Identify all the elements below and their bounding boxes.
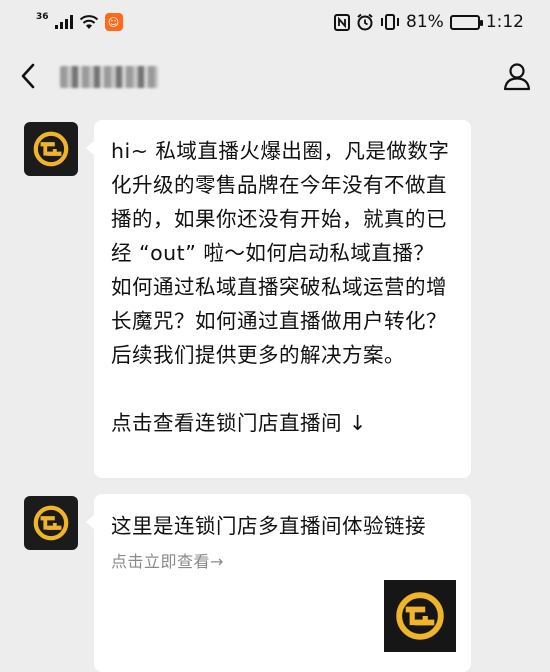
nfc-icon [334,13,351,31]
link-card-description: 点击立即查看→ [111,552,224,571]
clock-time: 1:12 [485,12,524,32]
vibrate-icon [381,14,400,30]
message-text: hi~ 私域直播火爆出圈，凡是做数字化升级的零售品牌在今年没有不做直播的，如果你… [111,139,450,367]
brand-logo-icon [396,592,444,640]
battery-percent: 81% [406,12,444,32]
sender-avatar[interactable] [24,122,78,176]
network-type-label: 36 [36,12,49,22]
sender-avatar[interactable] [24,496,78,550]
live-room-link[interactable]: 点击查看连锁门店直播间 ↓ [111,406,455,440]
status-bar: 36 ☺ 81% 1:12 [0,0,550,44]
battery-icon [449,14,483,30]
signal-icon [54,15,73,29]
status-bar-right: 81% 1:12 [334,12,524,32]
wifi-icon [79,15,98,29]
status-bar-left: 36 ☺ [36,12,123,31]
chat-title-blurred [60,66,158,88]
smiley-app-icon: ☺ [104,13,123,31]
back-button[interactable] [20,56,44,96]
chevron-left-icon [21,63,35,89]
link-card-title: 这里是连锁门店多直播间体验链接 [111,514,426,538]
alarm-clock-icon [357,13,373,31]
brand-logo-icon [33,505,69,541]
chat-header [0,44,550,108]
link-card-thumbnail [384,580,456,652]
link-card[interactable]: 这里是连锁门店多直播间体验链接 点击立即查看→ [94,494,471,672]
person-icon [503,63,531,91]
brand-logo-icon [33,131,69,167]
message-bubble[interactable]: hi~ 私域直播火爆出圈，凡是做数字化升级的零售品牌在今年没有不做直播的，如果你… [94,120,471,478]
profile-button[interactable] [502,61,532,91]
